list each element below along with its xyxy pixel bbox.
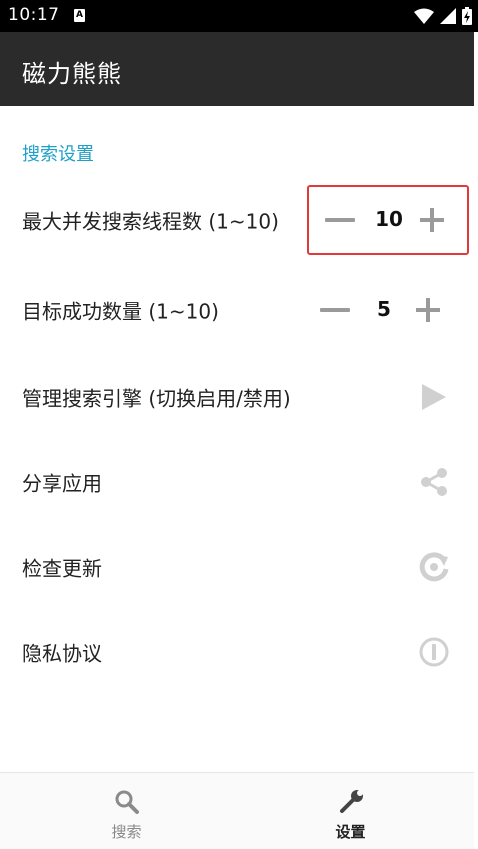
battery-icon xyxy=(462,7,472,25)
targets-setting-row: 目标成功数量 (1~10) 5 xyxy=(0,280,474,340)
share-setting-row[interactable]: 分享应用 xyxy=(0,452,474,512)
bottom-navigation: 搜索 设置 xyxy=(0,772,474,849)
signal-icon xyxy=(440,8,456,24)
nav-settings-label: 设置 xyxy=(335,823,366,841)
threads-label: 最大并发搜索线程数 (1~10) xyxy=(22,209,279,234)
search-icon xyxy=(115,790,139,814)
minus-icon[interactable] xyxy=(320,308,350,312)
refresh-icon[interactable] xyxy=(418,551,450,583)
threads-stepper: 10 xyxy=(307,185,469,255)
targets-value: 5 xyxy=(377,297,391,321)
app-bar: 磁力熊熊 xyxy=(0,32,474,106)
play-icon[interactable] xyxy=(418,381,450,413)
nav-search-label: 搜索 xyxy=(111,823,142,841)
engines-setting-row[interactable]: 管理搜索引擎 (切换启用/禁用) xyxy=(0,367,474,427)
update-setting-row[interactable]: 检查更新 xyxy=(0,537,474,597)
app-title: 磁力熊熊 xyxy=(22,60,122,88)
wifi-icon xyxy=(414,8,434,24)
targets-stepper: 5 xyxy=(304,288,464,332)
status-bar: 10:17 A xyxy=(0,0,478,32)
share-label: 分享应用 xyxy=(22,471,102,496)
minus-icon[interactable] xyxy=(325,218,355,222)
nav-tab-settings[interactable]: 设置 xyxy=(232,773,469,849)
privacy-setting-row[interactable]: 隐私协议 xyxy=(0,622,474,682)
section-title: 搜索设置 xyxy=(22,144,94,165)
settings-content: 搜索设置 最大并发搜索线程数 (1~10) 10 目标成功数量 (1~10) 5… xyxy=(0,106,474,772)
share-icon[interactable] xyxy=(418,466,450,498)
wrench-icon xyxy=(339,790,363,813)
targets-label: 目标成功数量 (1~10) xyxy=(22,299,219,324)
notification-badge-icon: A xyxy=(74,9,85,22)
engines-label: 管理搜索引擎 (切换启用/禁用) xyxy=(22,386,291,411)
nav-tab-search[interactable]: 搜索 xyxy=(8,773,245,849)
status-icons xyxy=(414,6,472,26)
threads-value: 10 xyxy=(375,207,403,231)
update-label: 检查更新 xyxy=(22,556,102,581)
info-icon[interactable] xyxy=(418,636,450,668)
threads-setting-row: 最大并发搜索线程数 (1~10) 10 xyxy=(0,185,474,255)
status-time: 10:17 xyxy=(8,5,60,25)
screen-edge xyxy=(474,32,478,849)
privacy-label: 隐私协议 xyxy=(22,641,102,666)
